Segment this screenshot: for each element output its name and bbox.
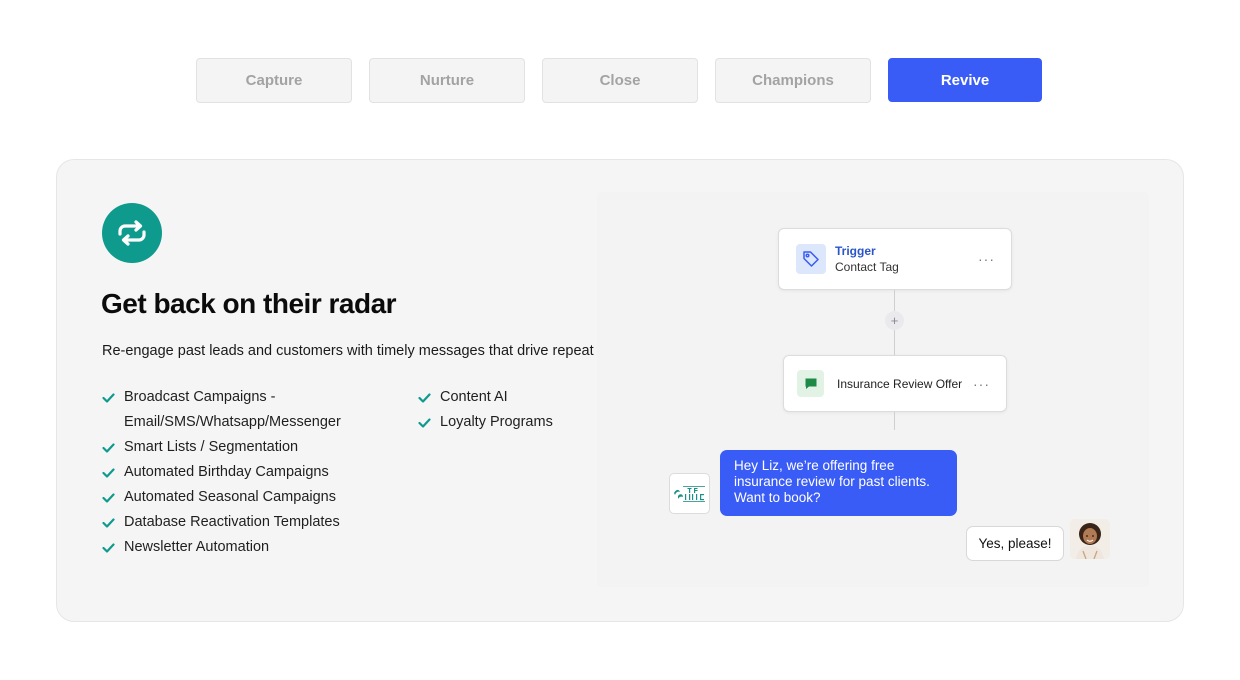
feature-card: Get back on their radar Re-engage past l… (56, 159, 1184, 622)
refresh-cycle-icon (102, 203, 162, 263)
check-icon (418, 385, 432, 410)
feature-label: Database Reactivation Templates (124, 514, 340, 530)
workflow-preview: Trigger Contact Tag ··· + Insurance Revi… (597, 192, 1149, 587)
trigger-subtitle: Contact Tag (835, 260, 899, 274)
connector-line (894, 290, 895, 311)
page: Capture Nurture Close Champions Revive G… (0, 0, 1240, 680)
feature-label: Automated Seasonal Campaigns (124, 489, 336, 505)
feature-label: Automated Birthday Campaigns (124, 464, 329, 480)
feature-column-left: Broadcast Campaigns - Email/SMS/Whatsapp… (102, 385, 418, 560)
tab-champions[interactable]: Champions (715, 58, 871, 103)
feature-label: Smart Lists / Segmentation (124, 439, 299, 455)
tab-nurture[interactable]: Nurture (369, 58, 525, 103)
chat-bubble-icon (797, 370, 824, 397)
trigger-node[interactable]: Trigger Contact Tag ··· (778, 228, 1012, 290)
incoming-message-bubble: Yes, please! (966, 526, 1064, 561)
trigger-title: Trigger (835, 244, 876, 258)
add-step-button[interactable]: + (885, 311, 904, 330)
action-label: Insurance Review Offer (837, 376, 963, 391)
list-item: Broadcast Campaigns - Email/SMS/Whatsapp… (102, 385, 418, 435)
list-item: Automated Birthday Campaigns (102, 460, 418, 485)
more-options-icon[interactable]: ··· (978, 251, 995, 267)
trigger-text: Trigger Contact Tag (835, 243, 899, 275)
connector-line (894, 412, 895, 430)
check-icon (418, 410, 432, 435)
check-icon (102, 535, 116, 560)
feature-column-right: Content AI Loyalty Programs (418, 385, 553, 560)
check-icon (102, 485, 116, 510)
check-icon (102, 460, 116, 485)
stage-tabs: Capture Nurture Close Champions Revive (196, 58, 1042, 103)
feature-label: Broadcast Campaigns - Email/SMS/Whatsapp… (124, 389, 341, 430)
tag-icon (796, 244, 826, 274)
list-item: Content AI (418, 385, 553, 410)
list-item: Newsletter Automation (102, 535, 418, 560)
outgoing-message-bubble: Hey Liz, we’re offering free insurance r… (720, 450, 957, 516)
action-node[interactable]: Insurance Review Offer ··· (783, 355, 1007, 412)
subtext: Re-engage past leads and customers with … (102, 343, 636, 359)
list-item: Automated Seasonal Campaigns (102, 485, 418, 510)
check-icon (102, 435, 116, 460)
feature-label: Content AI (440, 389, 508, 405)
feature-label: Newsletter Automation (124, 539, 270, 555)
check-icon (102, 385, 116, 410)
tab-close[interactable]: Close (542, 58, 698, 103)
tab-revive[interactable]: Revive (888, 58, 1042, 102)
list-item: Loyalty Programs (418, 410, 553, 435)
more-options-icon[interactable]: ··· (973, 376, 990, 392)
connector-line (894, 330, 895, 355)
customer-avatar-icon (1070, 519, 1110, 559)
feature-list: Broadcast Campaigns - Email/SMS/Whatsapp… (102, 385, 553, 560)
company-logo-icon (669, 473, 710, 514)
tab-capture[interactable]: Capture (196, 58, 352, 103)
list-item: Database Reactivation Templates (102, 510, 418, 535)
list-item: Smart Lists / Segmentation (102, 435, 418, 460)
headline: Get back on their radar (101, 288, 397, 319)
check-icon (102, 510, 116, 535)
feature-label: Loyalty Programs (440, 414, 553, 430)
